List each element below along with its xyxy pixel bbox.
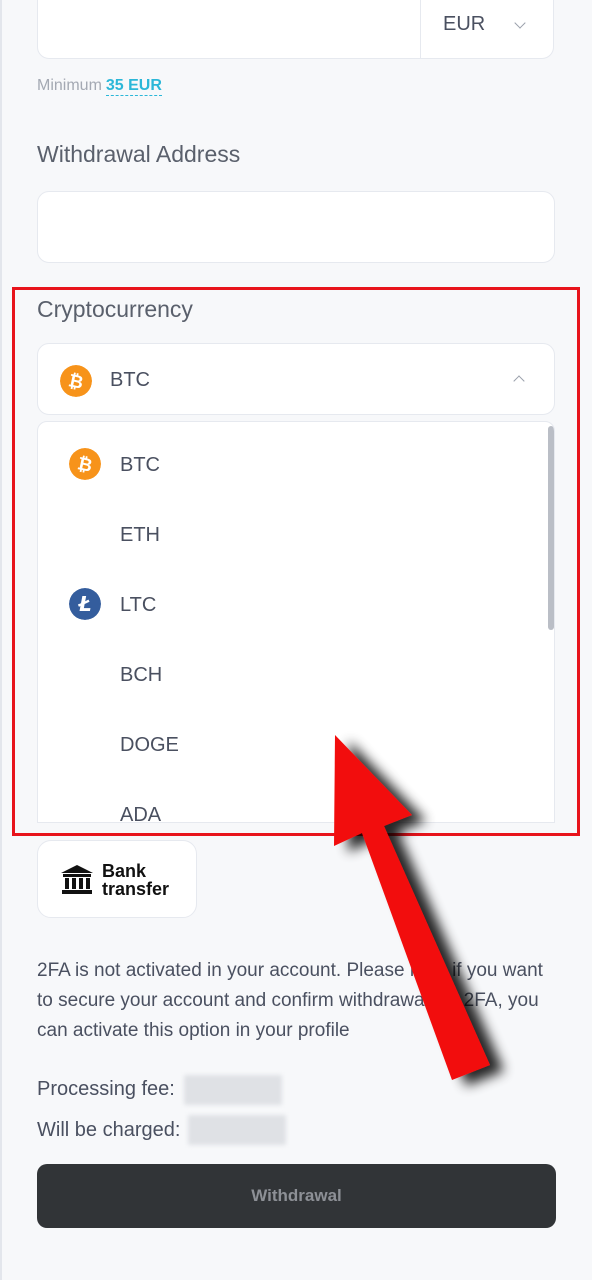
svg-text:Ł: Ł [77,592,91,616]
bank-transfer-line1: Bank [102,861,147,881]
option-label: LTC [120,594,157,616]
processing-fee-value-redacted [184,1075,282,1105]
bank-icon [60,864,94,901]
option-label: BTC [120,454,160,476]
red-arrow-annotation [334,735,490,1080]
cryptocurrency-select[interactable]: ₿ BTC [37,343,555,415]
litecoin-icon: Ł [69,588,101,620]
dropdown-scrollbar[interactable] [548,426,554,630]
chevron-down-icon [514,17,526,29]
option-ltc[interactable]: Ł LTC [38,566,538,636]
currency-select[interactable]: EUR [421,0,555,58]
amount-input[interactable]: EUR [37,0,554,59]
chevron-up-icon[interactable] [513,375,525,387]
option-label: DOGE [120,734,179,756]
option-label: ADA [120,804,162,823]
cryptocurrency-selected-value: BTC [110,369,150,391]
bank-transfer-button[interactable]: Bank transfer [37,840,197,918]
withdrawal-button[interactable]: Withdrawal [37,1164,556,1228]
bank-transfer-line2: transfer [102,879,170,899]
processing-fee-label: Processing fee: [37,1078,175,1100]
option-label: ETH [120,524,160,546]
withdrawal-address-input[interactable] [37,191,555,263]
left-edge [0,0,2,1280]
cryptocurrency-label: Cryptocurrency [37,296,193,322]
option-label: BCH [120,664,163,686]
bitcoin-icon: ₿ [69,448,101,480]
bank-transfer-label: Bank transfer [102,862,192,898]
minimum-amount-note: Minimum 35 EUR [37,77,162,96]
currency-value: EUR [443,13,486,35]
withdrawal-address-label: Withdrawal Address [37,141,241,167]
minimum-amount-link[interactable]: 35 EUR [105,77,162,96]
minimum-label: Minimum [37,77,102,94]
bitcoin-icon: ₿ [60,365,92,397]
option-btc[interactable]: ₿ BTC [38,426,538,496]
will-be-charged-label: Will be charged: [37,1119,181,1141]
option-eth[interactable]: ETH [38,496,538,566]
option-bch[interactable]: BCH [38,636,538,706]
charged-value-redacted [188,1115,286,1145]
